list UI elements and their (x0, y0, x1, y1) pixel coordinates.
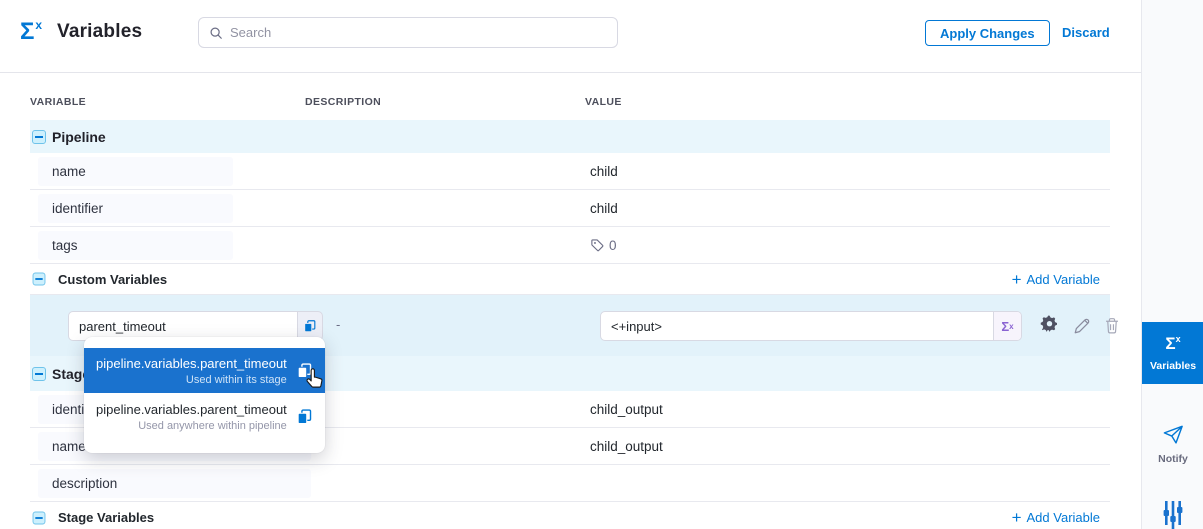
reference-path: pipeline.variables.parent_timeout (96, 402, 287, 417)
add-variable-button[interactable]: +Add Variable (1012, 271, 1100, 288)
collapse-icon[interactable] (32, 367, 46, 381)
custom-variables-row: Custom Variables +Add Variable (30, 264, 1110, 295)
rail-item-label: Notify (1158, 453, 1188, 465)
settings-gear-icon[interactable] (1040, 315, 1059, 334)
table-row: description (30, 465, 1110, 502)
copy-icon (296, 361, 313, 380)
plus-icon: + (1012, 509, 1022, 526)
edit-pencil-icon[interactable] (1073, 317, 1091, 335)
table-row: name child (30, 153, 1110, 190)
variable-value-input[interactable] (601, 312, 993, 340)
expression-sigma-icon[interactable]: Σx (993, 312, 1021, 340)
search-input[interactable] (230, 25, 607, 40)
row-label: tags (52, 238, 78, 253)
stage-variables-row: Stage Variables +Add Variable (30, 502, 1110, 529)
variable-reference-dropdown: pipeline.variables.parent_timeout Used w… (84, 337, 325, 453)
variables-sigma-icon: Σx (20, 18, 42, 46)
rail-item-label: Variables (1150, 360, 1196, 372)
reference-scope: Used anywhere within pipeline (96, 420, 287, 432)
pipeline-group-row[interactable]: Pipeline (30, 120, 1110, 153)
rail-item-sliders[interactable] (1142, 499, 1203, 529)
right-rail: Σx Variables Notify (1141, 0, 1203, 529)
rail-item-notify[interactable]: Notify (1142, 423, 1203, 465)
row-value: child_output (585, 402, 1110, 417)
panel-header: Σx Variables Apply Changes Discard (0, 0, 1141, 73)
collapse-icon[interactable] (32, 130, 46, 144)
row-label: description (52, 476, 117, 491)
sliders-icon (1161, 499, 1185, 529)
row-value: child (585, 164, 1110, 179)
row-label: name (52, 439, 86, 454)
table-header: VARIABLE DESCRIPTION VALUE (30, 73, 1110, 120)
rail-item-variables[interactable]: Σx Variables (1142, 322, 1203, 384)
subsection-title: Custom Variables (58, 272, 167, 287)
variables-table: VARIABLE DESCRIPTION VALUE Pipeline name… (30, 73, 1110, 529)
discard-button[interactable]: Discard (1062, 25, 1110, 40)
row-label: identifier (52, 201, 103, 216)
column-description: DESCRIPTION (305, 96, 585, 108)
description-dash: - (336, 317, 340, 332)
row-label: name (52, 164, 86, 179)
apply-changes-button[interactable]: Apply Changes (925, 20, 1050, 46)
column-variable: VARIABLE (30, 96, 305, 108)
search-box[interactable] (198, 17, 618, 48)
collapse-icon[interactable] (33, 273, 46, 286)
variables-panel: Σx Variables Apply Changes Discard VARIA… (0, 0, 1203, 529)
add-variable-button[interactable]: +Add Variable (1012, 509, 1100, 526)
paper-plane-icon (1162, 423, 1185, 446)
subsection-title: Stage Variables (58, 510, 154, 525)
delete-trash-icon[interactable] (1104, 317, 1120, 334)
row-value: child_output (585, 439, 1110, 454)
dropdown-item-pipeline-scope[interactable]: pipeline.variables.parent_timeout Used a… (84, 393, 325, 440)
reference-path: pipeline.variables.parent_timeout (96, 356, 287, 371)
tag-count: 0 (609, 238, 617, 253)
search-icon (209, 26, 223, 40)
reference-scope: Used within its stage (96, 374, 287, 386)
row-value: child (585, 201, 1110, 216)
group-title: Pipeline (52, 129, 106, 145)
collapse-icon[interactable] (33, 511, 46, 524)
dropdown-item-stage-scope[interactable]: pipeline.variables.parent_timeout Used w… (84, 348, 325, 393)
table-row: tags 0 (30, 227, 1110, 264)
variables-sigma-icon: Σx (1165, 334, 1180, 354)
copy-icon (296, 407, 313, 426)
page-title: Variables (57, 21, 142, 43)
plus-icon: + (1012, 271, 1022, 288)
tag-icon (590, 238, 605, 253)
table-row: identifier child (30, 190, 1110, 227)
column-value: VALUE (585, 96, 1110, 108)
